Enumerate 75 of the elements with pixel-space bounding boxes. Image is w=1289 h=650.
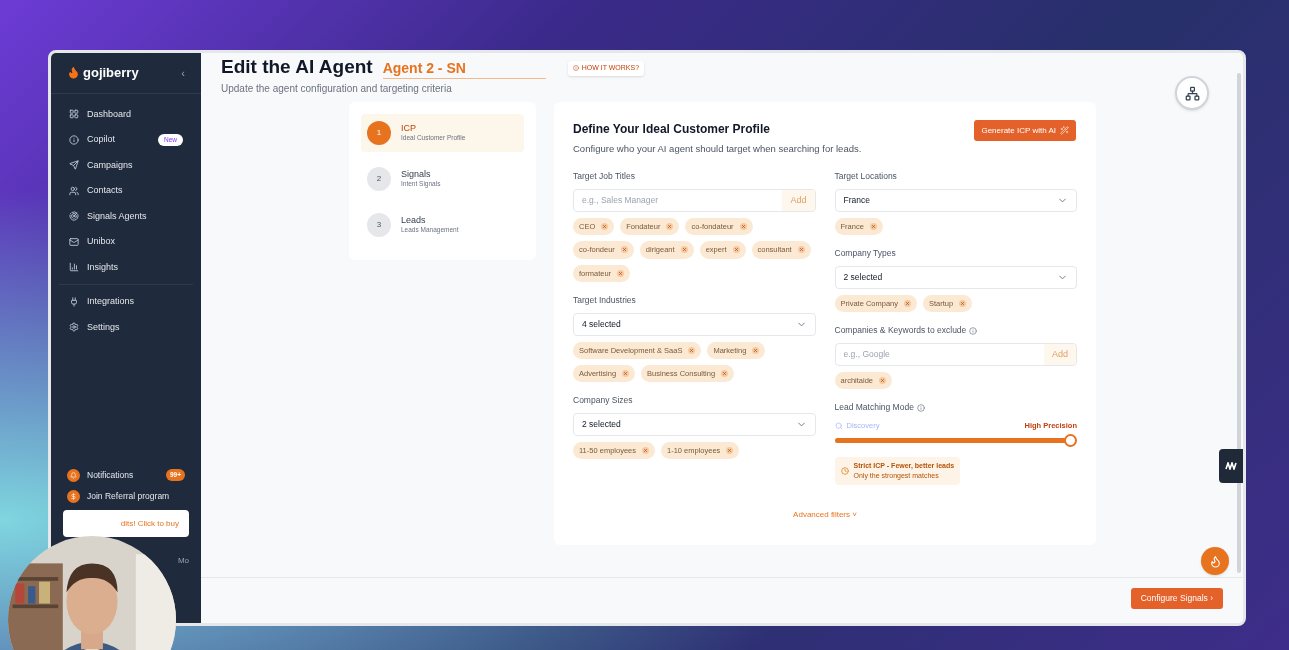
- remove-icon[interactable]: [879, 377, 887, 385]
- nav-item[interactable]: Contacts: [59, 178, 193, 204]
- nav-item[interactable]: Settings: [59, 314, 193, 340]
- precision-slider[interactable]: [834, 434, 1077, 448]
- nav-item[interactable]: Signals Agents: [59, 203, 193, 229]
- step-number: 3: [367, 213, 391, 237]
- step-title: Signals: [401, 169, 432, 179]
- form-title: Define Your Ideal Customer Profile: [573, 121, 771, 138]
- field-label: Lead Matching Mode: [834, 401, 914, 414]
- radar-icon: [69, 211, 79, 222]
- page-title: Edit the AI Agent: [221, 55, 373, 79]
- remove-icon[interactable]: [739, 223, 747, 231]
- field-label: Company Sizes: [573, 394, 633, 407]
- nav-item[interactable]: Unibox: [59, 229, 193, 255]
- remove-icon[interactable]: [601, 223, 609, 231]
- info-icon: [572, 65, 579, 72]
- form-subtitle: Configure who your AI agent should target when searching for leads.: [573, 142, 862, 156]
- step-number: 2: [367, 167, 391, 191]
- remove-icon[interactable]: [620, 246, 628, 254]
- chart-icon: [69, 262, 79, 273]
- remove-icon[interactable]: [904, 300, 912, 308]
- search-icon: [834, 421, 843, 430]
- clock-icon: [840, 467, 849, 476]
- slider-thumb[interactable]: [1064, 434, 1077, 448]
- remove-icon[interactable]: [752, 346, 760, 354]
- grid-icon: [69, 109, 79, 120]
- collapse-button[interactable]: ‹: [181, 64, 185, 81]
- field-label: Target Locations: [834, 170, 897, 183]
- remove-icon[interactable]: [959, 300, 967, 308]
- remove-icon[interactable]: [680, 246, 688, 254]
- side-widget-tab[interactable]: [1219, 449, 1243, 483]
- send-icon: [69, 160, 79, 171]
- nav-item[interactable]: Dashboard: [59, 101, 193, 127]
- chat-fab[interactable]: [1201, 547, 1229, 575]
- wand-icon: [1060, 126, 1069, 135]
- remove-icon[interactable]: [622, 369, 630, 377]
- remove-icon[interactable]: [869, 223, 877, 231]
- remove-icon[interactable]: [721, 369, 729, 377]
- dropdown-select[interactable]: 2 selected: [573, 412, 816, 436]
- nav-item[interactable]: Insights: [59, 254, 193, 280]
- remove-icon[interactable]: [642, 446, 649, 454]
- remove-icon[interactable]: [732, 246, 740, 254]
- nav-item[interactable]: Integrations: [59, 289, 193, 315]
- remove-icon[interactable]: [617, 269, 625, 277]
- page-subtitle: Update the agent configuration and targeting criteria: [221, 82, 453, 96]
- nav-item[interactable]: Campaigns: [59, 152, 193, 178]
- remove-icon[interactable]: [726, 446, 734, 454]
- field-label: Company Types: [834, 247, 896, 260]
- info-icon: [69, 134, 79, 145]
- bell-icon: [67, 468, 80, 482]
- flame-icon: [1208, 554, 1222, 568]
- footer-item[interactable]: Join Referral program: [67, 489, 185, 503]
- wave-logo-icon: [1225, 462, 1237, 470]
- remove-icon[interactable]: [797, 246, 805, 254]
- dollar-icon: [67, 489, 80, 503]
- remove-icon[interactable]: [688, 346, 696, 354]
- flame-logo-icon: [67, 66, 80, 80]
- step-number: 1: [367, 121, 391, 145]
- dropdown-select[interactable]: France: [834, 189, 1077, 212]
- field-label: Companies & Keywords to exclude: [834, 324, 967, 337]
- field-label: Target Job Titles: [573, 170, 635, 183]
- users-icon: [69, 185, 79, 196]
- step-title: ICP: [401, 123, 417, 133]
- diagram-button[interactable]: [1175, 76, 1209, 110]
- remove-icon[interactable]: [666, 223, 674, 231]
- mail-icon: [69, 236, 79, 247]
- step-title: Leads: [401, 215, 427, 225]
- plug-icon: [69, 296, 79, 307]
- brand-name: gojiberry: [83, 64, 139, 82]
- network-icon: [1184, 85, 1200, 101]
- user-name: Mo: [177, 555, 189, 567]
- dropdown-select[interactable]: 2 selected: [834, 266, 1077, 289]
- field-label: Target Industries: [573, 293, 636, 307]
- settings-icon: [69, 322, 79, 333]
- dropdown-select[interactable]: 4 selected: [573, 312, 816, 336]
